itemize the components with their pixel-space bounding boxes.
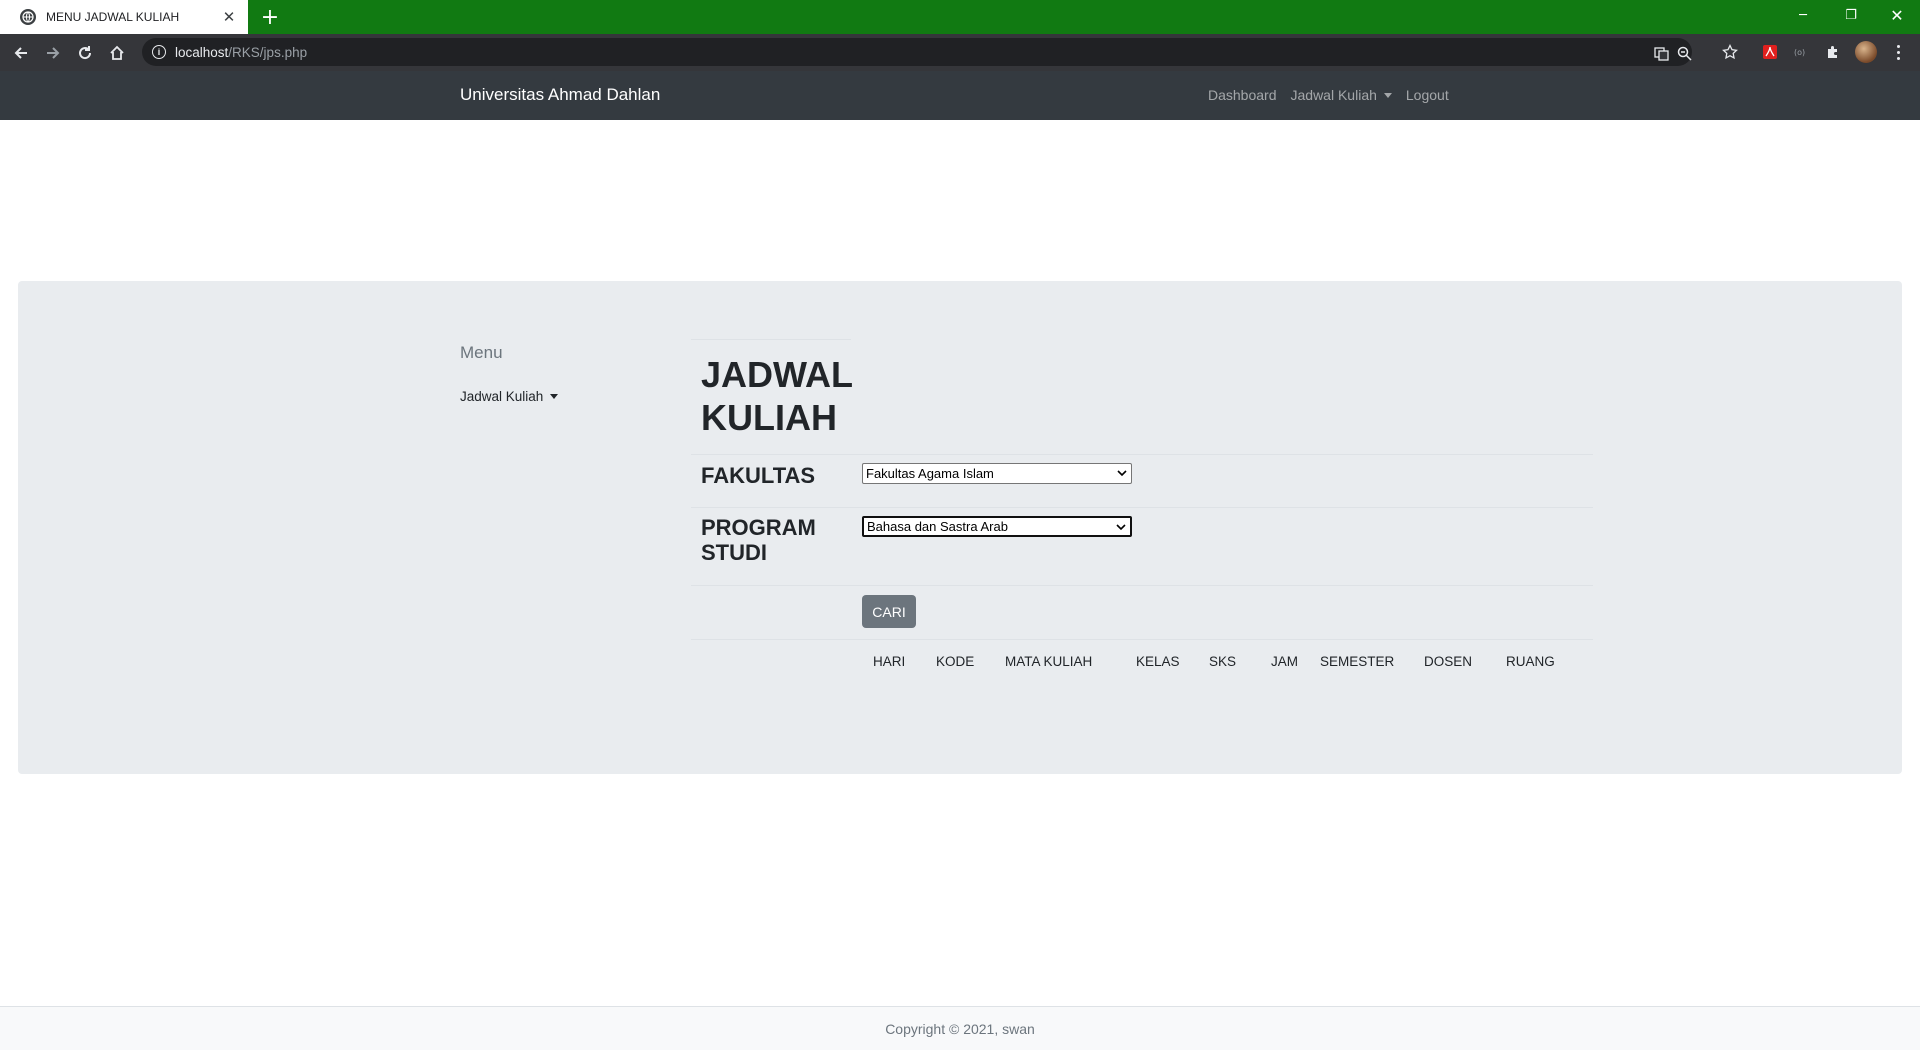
puzzle-icon[interactable] [1823, 42, 1843, 62]
menu-icon[interactable] [1890, 42, 1906, 62]
divider [691, 454, 1593, 455]
schedule-table-header: HARI KODE MATA KULIAH KELAS SKS JAM SEME… [862, 654, 1582, 674]
fakultas-selected-value: Fakultas Agama Islam [866, 466, 994, 481]
divider [691, 339, 851, 340]
info-icon[interactable]: i [152, 45, 166, 59]
sidebar-item-label: Jadwal Kuliah [460, 389, 544, 404]
svg-text:(o): (o) [1794, 48, 1805, 57]
column-header-semester: SEMESTER [1320, 654, 1395, 669]
column-header-dosen: DOSEN [1424, 654, 1473, 669]
chevron-down-icon [1117, 470, 1127, 477]
divider [691, 585, 1593, 586]
nav-link-logout[interactable]: Logout [1406, 87, 1449, 103]
column-header-kelas: KELAS [1136, 654, 1180, 669]
copyright-text: Copyright © 2021, swan [885, 1020, 1035, 1037]
divider [691, 639, 1593, 640]
restore-button[interactable]: ❐ [1828, 0, 1874, 30]
new-tab-button[interactable]: + [258, 5, 282, 30]
chevron-down-icon [1116, 524, 1126, 531]
cari-button[interactable]: CARI [862, 595, 916, 628]
extension-icon[interactable]: (o) [1791, 42, 1811, 62]
sidebar-item-jadwal-kuliah[interactable]: Jadwal Kuliah [460, 389, 559, 404]
chevron-down-icon [1383, 92, 1392, 98]
column-header-kode: KODE [936, 654, 975, 669]
zoom-icon[interactable] [1675, 44, 1693, 62]
home-icon[interactable] [104, 40, 130, 66]
url-text: localhost/RKS/jps.php [175, 44, 308, 60]
globe-icon [20, 9, 36, 25]
jumbotron: Menu Jadwal Kuliah JADWAL KULIAH FAKULTA… [18, 281, 1902, 774]
nav-link-jadwal-label: Jadwal Kuliah [1290, 87, 1377, 103]
page-footer: Copyright © 2021, swan [0, 1006, 1920, 1050]
browser-toolbar: i localhost/RKS/jps.php (o) [0, 34, 1920, 71]
column-header-jam: JAM [1271, 654, 1298, 669]
address-bar[interactable]: i localhost/RKS/jps.php [142, 38, 1692, 66]
column-header-ruang: RUANG [1506, 654, 1555, 669]
back-icon[interactable] [8, 40, 34, 66]
fakultas-select[interactable]: Fakultas Agama Islam [862, 463, 1132, 484]
nav-link-dashboard[interactable]: Dashboard [1208, 87, 1277, 103]
column-header-sks: SKS [1209, 654, 1237, 669]
forward-icon[interactable] [40, 40, 66, 66]
close-tab-icon[interactable]: ✕ [220, 8, 238, 26]
browser-tab[interactable]: MENU JADWAL KULIAH ✕ [0, 0, 248, 34]
profile-avatar[interactable] [1855, 41, 1877, 63]
site-navbar: Universitas Ahmad Dahlan Dashboard Jadwa… [0, 71, 1920, 120]
prodi-selected-value: Bahasa dan Sastra Arab [867, 519, 1008, 534]
browser-tab-strip: MENU JADWAL KULIAH ✕ + ─ ❐ ✕ [0, 0, 1920, 34]
divider [691, 507, 1593, 508]
star-icon[interactable] [1720, 42, 1740, 62]
chevron-down-icon [550, 394, 559, 399]
reload-icon[interactable] [72, 40, 98, 66]
tab-title: MENU JADWAL KULIAH [46, 10, 180, 24]
page-title: JADWAL KULIAH [701, 354, 853, 438]
pdf-extension-icon[interactable] [1760, 42, 1780, 62]
translate-icon[interactable] [1652, 44, 1670, 62]
column-header-mata-kuliah: MATA KULIAH [1005, 654, 1093, 669]
navbar-brand[interactable]: Universitas Ahmad Dahlan [460, 85, 660, 105]
sidebar-title: Menu [460, 343, 503, 362]
close-window-button[interactable]: ✕ [1874, 0, 1920, 30]
navbar-links: Dashboard Jadwal Kuliah Logout [1208, 87, 1463, 103]
program-studi-label: PROGRAM STUDI [701, 515, 816, 565]
fakultas-label: FAKULTAS [701, 463, 816, 488]
minimize-button[interactable]: ─ [1780, 0, 1826, 30]
program-studi-select[interactable]: Bahasa dan Sastra Arab [862, 516, 1132, 537]
column-header-hari: HARI [873, 654, 906, 669]
nav-link-jadwal-kuliah[interactable]: Jadwal Kuliah [1291, 87, 1392, 103]
